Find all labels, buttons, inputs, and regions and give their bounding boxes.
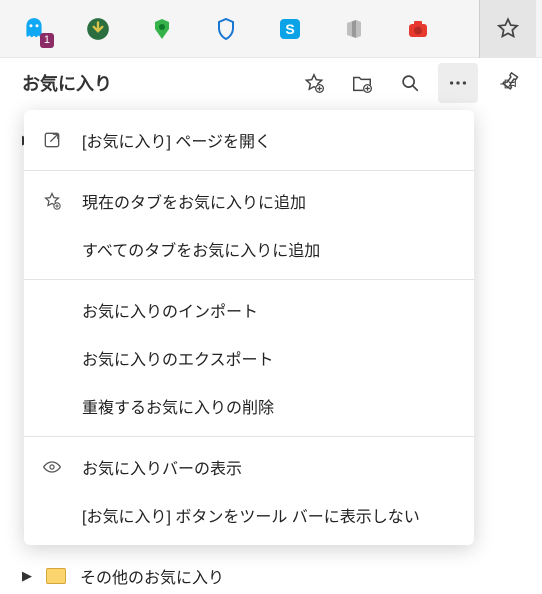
- menu-label: 重複するお気に入りの削除: [82, 394, 274, 418]
- favorites-panel-header: お気に入り: [0, 58, 542, 108]
- pin-button[interactable]: [490, 63, 530, 103]
- ext-idm-icon[interactable]: [84, 15, 112, 43]
- ext-camera-icon[interactable]: [404, 15, 432, 43]
- panel-title: お気に入り: [22, 70, 286, 96]
- ext-shield-blue-icon[interactable]: [212, 15, 240, 43]
- menu-hide-favorites-button[interactable]: [お気に入り] ボタンをツール バーに表示しない: [24, 491, 474, 539]
- other-favorites-row[interactable]: ▶ その他のお気に入り: [22, 558, 224, 594]
- chevron-right-icon: ▶: [22, 568, 32, 584]
- menu-separator: [24, 279, 474, 280]
- menu-separator: [24, 436, 474, 437]
- folder-icon: [46, 568, 66, 584]
- ext-skype-icon[interactable]: S: [276, 15, 304, 43]
- search-button[interactable]: [390, 63, 430, 103]
- menu-label: [お気に入り] ボタンをツール バーに表示しない: [82, 503, 420, 527]
- ext-ghostery-icon[interactable]: 1: [20, 15, 48, 43]
- menu-import-favorites[interactable]: お気に入りのインポート: [24, 286, 474, 334]
- star-add-icon: [42, 191, 82, 211]
- extensions-toolbar: 1 S: [0, 0, 542, 58]
- menu-export-favorites[interactable]: お気に入りのエクスポート: [24, 334, 474, 382]
- favorites-more-menu: [お気に入り] ページを開く 現在のタブをお気に入りに追加 すべてのタブをお気に…: [24, 110, 474, 545]
- menu-label: すべてのタブをお気に入りに追加: [82, 237, 320, 261]
- menu-add-current-tab[interactable]: 現在のタブをお気に入りに追加: [24, 177, 474, 225]
- menu-label: 現在のタブをお気に入りに追加: [82, 189, 306, 213]
- menu-show-favorites-bar[interactable]: お気に入りバーの表示: [24, 443, 474, 491]
- open-external-icon: [42, 130, 82, 150]
- menu-label: お気に入りのインポート: [82, 298, 258, 322]
- menu-label: お気に入りのエクスポート: [82, 346, 274, 370]
- menu-open-favorites-page[interactable]: [お気に入り] ページを開く: [24, 116, 474, 164]
- more-button[interactable]: [438, 63, 478, 103]
- favorites-toolbar-button[interactable]: [479, 0, 536, 58]
- eye-icon: [42, 457, 82, 477]
- ext-office-icon[interactable]: [340, 15, 368, 43]
- svg-text:S: S: [285, 21, 294, 37]
- add-favorite-button[interactable]: [294, 63, 334, 103]
- menu-remove-duplicates[interactable]: 重複するお気に入りの削除: [24, 382, 474, 430]
- menu-add-all-tabs[interactable]: すべてのタブをお気に入りに追加: [24, 225, 474, 273]
- menu-separator: [24, 170, 474, 171]
- menu-label: [お気に入り] ページを開く: [82, 128, 271, 152]
- add-folder-button[interactable]: [342, 63, 382, 103]
- ext-badge: 1: [40, 33, 54, 48]
- ext-shield-green-icon[interactable]: [148, 15, 176, 43]
- menu-label: お気に入りバーの表示: [82, 455, 242, 479]
- folder-label: その他のお気に入り: [80, 564, 224, 588]
